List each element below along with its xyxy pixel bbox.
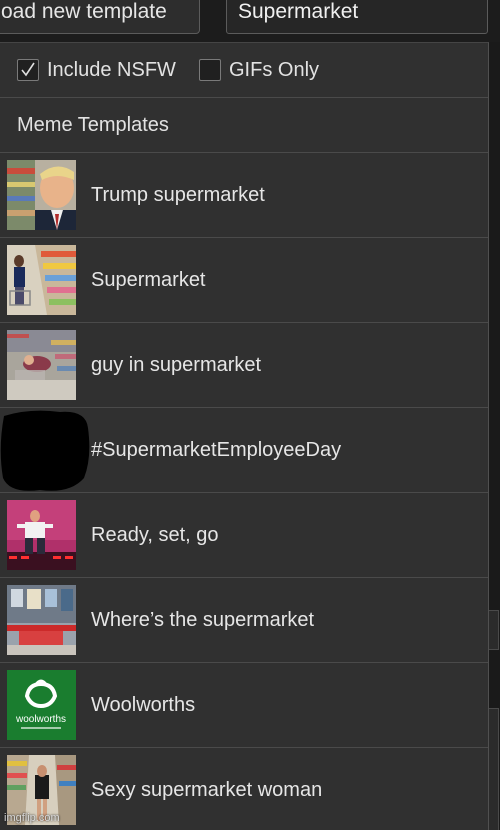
side-panel-tab[interactable] bbox=[489, 708, 499, 830]
scroll-handle[interactable] bbox=[489, 610, 499, 650]
checkbox-checked-icon bbox=[17, 59, 39, 81]
redacted-thumbnail bbox=[0, 408, 90, 492]
upload-template-button[interactable]: oad new template bbox=[0, 0, 200, 34]
template-item[interactable]: Sexy supermarket woman bbox=[0, 748, 488, 830]
gifs-only-label: GIFs Only bbox=[229, 58, 320, 81]
template-label: Ready, set, go bbox=[91, 524, 219, 546]
template-label: Trump supermarket bbox=[91, 184, 265, 206]
template-label: Sexy supermarket woman bbox=[91, 779, 323, 801]
gifs-only-checkbox[interactable]: GIFs Only bbox=[199, 57, 319, 83]
template-label: Where’s the supermarket bbox=[91, 609, 315, 631]
template-item[interactable]: Trump supermarket bbox=[0, 153, 488, 238]
supermarket-aisle-thumbnail bbox=[7, 245, 76, 315]
checkbox-unchecked-icon bbox=[199, 59, 221, 81]
chinatown-shop-thumbnail bbox=[7, 585, 76, 655]
upload-template-label: oad new template bbox=[1, 0, 167, 23]
template-item[interactable]: Where’s the supermarket bbox=[0, 578, 488, 663]
template-label: Woolworths bbox=[91, 694, 196, 716]
template-label: Supermarket bbox=[91, 269, 206, 291]
template-item[interactable]: woolworths Woolworths bbox=[0, 663, 488, 748]
template-label: #SupermarketEmployeeDay bbox=[91, 439, 342, 461]
ready-set-go-thumbnail bbox=[7, 500, 76, 570]
template-item[interactable]: Supermarket bbox=[0, 238, 488, 323]
include-nsfw-label: Include NSFW bbox=[47, 58, 176, 81]
guy-in-supermarket-thumbnail bbox=[7, 330, 76, 400]
woolworths-logo-text: woolworths bbox=[15, 714, 66, 725]
template-search-input[interactable]: Supermarket bbox=[226, 0, 488, 34]
imgflip-watermark: imgflip.com bbox=[4, 812, 60, 824]
template-item[interactable]: #SupermarketEmployeeDay bbox=[0, 408, 488, 493]
trump-thumbnail bbox=[7, 160, 76, 230]
template-item[interactable]: Ready, set, go bbox=[0, 493, 488, 578]
top-toolbar: oad new template Supermarket bbox=[0, 0, 500, 40]
meme-template-picker: oad new template Supermarket Include NSF… bbox=[0, 0, 500, 830]
include-nsfw-checkbox[interactable]: Include NSFW bbox=[17, 57, 176, 83]
section-title: Meme Templates bbox=[0, 98, 488, 153]
template-item[interactable]: guy in supermarket bbox=[0, 323, 488, 408]
right-edge-scroll-area bbox=[489, 42, 500, 830]
filter-options: Include NSFW GIFs Only bbox=[0, 43, 488, 98]
woolworths-logo-thumbnail: woolworths bbox=[7, 670, 76, 740]
templates-panel: Include NSFW GIFs Only Meme Templates Tr… bbox=[0, 42, 489, 830]
template-label: guy in supermarket bbox=[91, 354, 262, 376]
